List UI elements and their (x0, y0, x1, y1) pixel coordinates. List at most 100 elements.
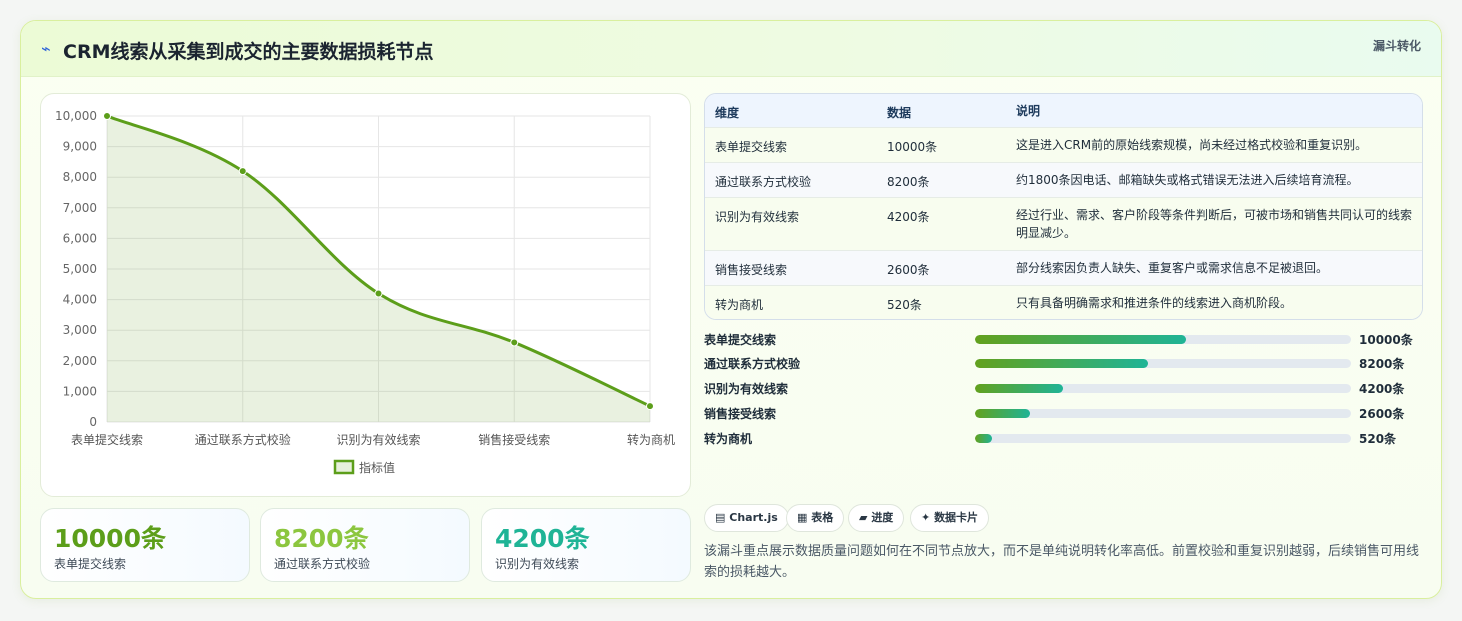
legend-label: 指标值 (359, 460, 395, 475)
y-tick-label: 4,000 (63, 293, 97, 307)
chart-icon: ▤ (715, 511, 726, 524)
progress-fill (975, 434, 992, 443)
chip-label: 表格 (811, 511, 834, 524)
stat-value: 4200条 (495, 524, 590, 553)
header-dim: 维度 (715, 106, 740, 120)
chip-table[interactable]: ▦ 表格 (786, 504, 845, 532)
progress-track (975, 359, 1351, 368)
dashboard-card: ⌁ CRM线索从采集到成交的主要数据损耗节点 漏斗转化 0 1,000 2,000 3… (20, 20, 1442, 599)
table-row: 转为商机 520条 只有具备明确需求和推进条件的线索进入商机阶段。 (705, 285, 1422, 319)
stat-label: 识别为有效线索 (495, 557, 580, 571)
stat-label: 表单提交线索 (54, 557, 127, 571)
x-tick-label: 表单提交线索 (71, 432, 143, 447)
data-point (238, 167, 247, 176)
y-tick-label: 10,000 (55, 109, 97, 123)
progress-value: 520条 (1359, 432, 1397, 446)
category-tag: 漏斗转化 (1372, 39, 1421, 53)
progress-label: 识别为有效线索 (704, 382, 789, 396)
row-data: 10000条 (887, 140, 938, 154)
chip-label: 数据卡片 (934, 511, 979, 524)
row-dim: 表单提交线索 (715, 140, 788, 154)
progress-row: 表单提交线索 10000条 (704, 329, 1423, 349)
table-header: 维度 数据 说明 (705, 94, 1422, 127)
data-table: 维度 数据 说明 表单提交线索 10000条 这是进入CRM前的原始线索规模，尚… (704, 93, 1423, 320)
summary-note: 该漏斗重点展示数据质量问题如何在不同节点放大，而不是单纯说明转化率高低。前置校验… (704, 544, 1420, 580)
row-desc: 约1800条因电话、邮箱缺失或格式错误无法进入后续培育流程。 (1016, 173, 1359, 187)
stat-value: 10000条 (54, 524, 166, 553)
y-tick-label: 9,000 (63, 140, 97, 154)
stat-card-2: 8200条 通过联系方式校验 (260, 508, 470, 582)
legend-swatch (333, 459, 355, 475)
row-data: 520条 (887, 298, 922, 312)
y-tick-label: 6,000 (63, 231, 97, 245)
progress-label: 表单提交线索 (704, 333, 777, 347)
stat-value: 8200条 (274, 524, 369, 553)
stat-card-3: 4200条 识别为有效线索 (481, 508, 691, 582)
chip-label: 进度 (871, 511, 894, 524)
chip-label: Chart.js (729, 511, 778, 524)
data-point (374, 289, 383, 298)
chip-chartjs[interactable]: ▤ Chart.js (704, 504, 789, 532)
table-row: 销售接受线索 2600条 部分线索因负责人缺失、重复客户或需求信息不足被退回。 (705, 250, 1422, 285)
row-dim: 识别为有效线索 (715, 210, 800, 224)
progress-fill (975, 384, 1064, 393)
data-point (510, 338, 519, 347)
data-point (103, 112, 111, 120)
progress-fill (975, 409, 1030, 418)
progress-value: 4200条 (1359, 382, 1405, 396)
y-tick-label: 8,000 (63, 170, 97, 184)
progress-track (975, 335, 1351, 344)
progress-value: 10000条 (1359, 333, 1413, 347)
table-row: 表单提交线索 10000条 这是进入CRM前的原始线索规模，尚未经过格式校验和重… (705, 127, 1422, 162)
card-header: ⌁ CRM线索从采集到成交的主要数据损耗节点 漏斗转化 (21, 21, 1441, 77)
data-point (646, 402, 654, 411)
y-tick-label: 2,000 (63, 354, 97, 368)
x-tick-label: 销售接受线索 (478, 432, 550, 447)
stat-card-1: 10000条 表单提交线索 (40, 508, 250, 582)
progress-row: 通过联系方式校验 8200条 (704, 353, 1423, 373)
chip-progress[interactable]: ▰ 进度 (848, 504, 905, 532)
y-tick-label: 7,000 (63, 201, 97, 215)
row-data: 4200条 (887, 210, 930, 224)
progress-label: 转为商机 (704, 432, 753, 446)
progress-value: 8200条 (1359, 357, 1405, 371)
y-tick-label: 3,000 (63, 323, 97, 337)
progress-icon: ▰ (859, 511, 868, 524)
progress-track (975, 409, 1351, 418)
progress-track (975, 434, 1351, 443)
row-dim: 通过联系方式校验 (715, 175, 812, 189)
page-title: CRM线索从采集到成交的主要数据损耗节点 (63, 41, 434, 63)
x-tick-label: 通过联系方式校验 (195, 432, 291, 447)
progress-label: 销售接受线索 (704, 407, 777, 421)
header-desc: 说明 (1016, 104, 1041, 118)
stat-label: 通过联系方式校验 (274, 557, 371, 571)
x-tick-label: 识别为有效线索 (336, 432, 420, 447)
table-icon: ▦ (797, 511, 808, 524)
y-tick-label: 5,000 (63, 262, 97, 276)
x-tick-label: 转为商机 (627, 432, 675, 447)
progress-row: 转为商机 520条 (704, 428, 1423, 448)
line-chart: 0 1,000 2,000 3,000 4,000 5,000 6,000 7,000 8,00… (40, 93, 691, 497)
y-tick-label: 1,000 (63, 384, 97, 398)
row-dim: 转为商机 (715, 298, 764, 312)
row-desc: 部分线索因负责人缺失、重复客户或需求信息不足被退回。 (1016, 261, 1329, 275)
row-data: 2600条 (887, 263, 930, 277)
row-dim: 销售接受线索 (715, 263, 788, 277)
row-desc: 只有具备明确需求和推进条件的线索进入商机阶段。 (1016, 296, 1293, 310)
row-desc: 这是进入CRM前的原始线索规模，尚未经过格式校验和重复识别。 (1016, 138, 1368, 152)
progress-fill (975, 359, 1148, 368)
progress-row: 销售接受线索 2600条 (704, 403, 1423, 423)
header-data: 数据 (887, 106, 912, 120)
chip-data-card[interactable]: ✦ 数据卡片 (910, 504, 990, 532)
row-data: 8200条 (887, 175, 930, 189)
table-row: 识别为有效线索 4200条 经过行业、需求、客户阶段等条件判断后，可被市场和销售… (705, 197, 1422, 250)
card-icon: ✦ (921, 511, 931, 524)
y-tick-label: 0 (89, 415, 97, 429)
progress-value: 2600条 (1359, 407, 1405, 421)
progress-track (975, 384, 1351, 393)
spark-icon: ⌁ (41, 39, 51, 58)
row-desc: 经过行业、需求、客户阶段等条件判断后，可被市场和销售共同认可的线索明显减少。 (1016, 208, 1413, 240)
progress-row: 识别为有效线索 4200条 (704, 378, 1423, 398)
progress-fill (975, 335, 1186, 344)
table-row: 通过联系方式校验 8200条 约1800条因电话、邮箱缺失或格式错误无法进入后续… (705, 162, 1422, 197)
